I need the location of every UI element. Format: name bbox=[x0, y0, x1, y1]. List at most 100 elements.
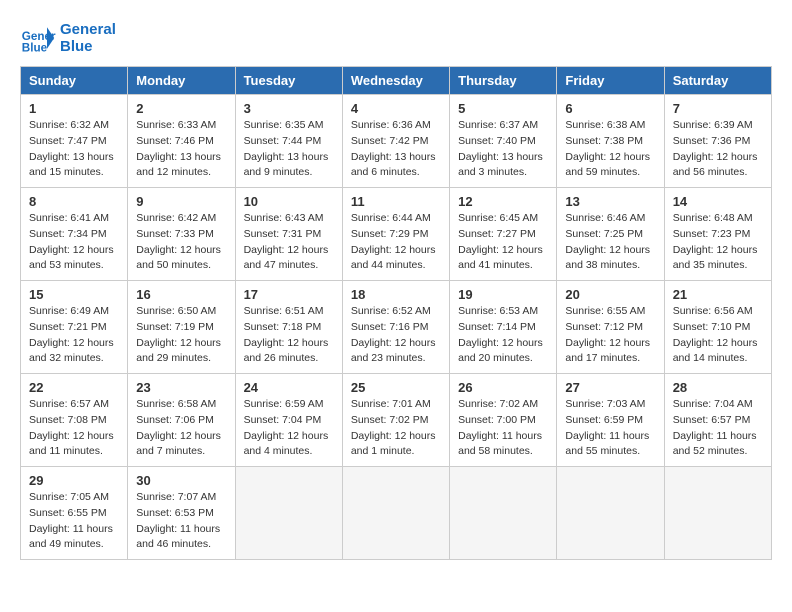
column-header-tuesday: Tuesday bbox=[235, 67, 342, 95]
day-number: 29 bbox=[29, 473, 119, 488]
daylight-text: Daylight: 11 hours and 58 minutes. bbox=[458, 430, 542, 458]
sunset-text: Sunset: 7:36 PM bbox=[673, 135, 751, 147]
calendar-cell: 9 Sunrise: 6:42 AM Sunset: 7:33 PM Dayli… bbox=[128, 188, 235, 281]
calendar-cell: 11 Sunrise: 6:44 AM Sunset: 7:29 PM Dayl… bbox=[342, 188, 449, 281]
day-info: Sunrise: 7:04 AM Sunset: 6:57 PM Dayligh… bbox=[673, 397, 763, 460]
sunrise-text: Sunrise: 6:36 AM bbox=[351, 119, 431, 131]
day-number: 10 bbox=[244, 194, 334, 209]
day-info: Sunrise: 6:56 AM Sunset: 7:10 PM Dayligh… bbox=[673, 304, 763, 367]
day-number: 21 bbox=[673, 287, 763, 302]
sunset-text: Sunset: 6:59 PM bbox=[565, 414, 643, 426]
day-number: 3 bbox=[244, 101, 334, 116]
column-header-wednesday: Wednesday bbox=[342, 67, 449, 95]
calendar-cell: 12 Sunrise: 6:45 AM Sunset: 7:27 PM Dayl… bbox=[450, 188, 557, 281]
day-info: Sunrise: 6:52 AM Sunset: 7:16 PM Dayligh… bbox=[351, 304, 441, 367]
week-row-3: 15 Sunrise: 6:49 AM Sunset: 7:21 PM Dayl… bbox=[21, 281, 772, 374]
sunrise-text: Sunrise: 7:04 AM bbox=[673, 398, 753, 410]
calendar-cell bbox=[450, 467, 557, 560]
sunrise-text: Sunrise: 6:33 AM bbox=[136, 119, 216, 131]
sunset-text: Sunset: 7:21 PM bbox=[29, 321, 107, 333]
day-number: 12 bbox=[458, 194, 548, 209]
calendar-cell: 26 Sunrise: 7:02 AM Sunset: 7:00 PM Dayl… bbox=[450, 374, 557, 467]
sunrise-text: Sunrise: 6:49 AM bbox=[29, 305, 109, 317]
daylight-text: Daylight: 11 hours and 52 minutes. bbox=[673, 430, 757, 458]
calendar-cell: 28 Sunrise: 7:04 AM Sunset: 6:57 PM Dayl… bbox=[664, 374, 771, 467]
day-number: 9 bbox=[136, 194, 226, 209]
day-info: Sunrise: 6:36 AM Sunset: 7:42 PM Dayligh… bbox=[351, 118, 441, 181]
daylight-text: Daylight: 12 hours and 44 minutes. bbox=[351, 244, 436, 272]
day-number: 8 bbox=[29, 194, 119, 209]
calendar-cell: 13 Sunrise: 6:46 AM Sunset: 7:25 PM Dayl… bbox=[557, 188, 664, 281]
sunset-text: Sunset: 7:08 PM bbox=[29, 414, 107, 426]
daylight-text: Daylight: 12 hours and 17 minutes. bbox=[565, 337, 650, 365]
calendar-cell: 2 Sunrise: 6:33 AM Sunset: 7:46 PM Dayli… bbox=[128, 95, 235, 188]
day-number: 15 bbox=[29, 287, 119, 302]
day-info: Sunrise: 6:46 AM Sunset: 7:25 PM Dayligh… bbox=[565, 211, 655, 274]
page-header: General Blue General Blue bbox=[20, 20, 772, 56]
column-header-monday: Monday bbox=[128, 67, 235, 95]
daylight-text: Daylight: 12 hours and 38 minutes. bbox=[565, 244, 650, 272]
day-info: Sunrise: 7:07 AM Sunset: 6:53 PM Dayligh… bbox=[136, 490, 226, 553]
sunset-text: Sunset: 7:04 PM bbox=[244, 414, 322, 426]
daylight-text: Daylight: 12 hours and 56 minutes. bbox=[673, 151, 758, 179]
daylight-text: Daylight: 11 hours and 46 minutes. bbox=[136, 523, 220, 551]
calendar-cell bbox=[342, 467, 449, 560]
day-number: 27 bbox=[565, 380, 655, 395]
sunrise-text: Sunrise: 6:58 AM bbox=[136, 398, 216, 410]
calendar-cell: 30 Sunrise: 7:07 AM Sunset: 6:53 PM Dayl… bbox=[128, 467, 235, 560]
day-number: 26 bbox=[458, 380, 548, 395]
sunrise-text: Sunrise: 6:57 AM bbox=[29, 398, 109, 410]
day-info: Sunrise: 6:43 AM Sunset: 7:31 PM Dayligh… bbox=[244, 211, 334, 274]
sunset-text: Sunset: 7:46 PM bbox=[136, 135, 214, 147]
calendar-cell: 22 Sunrise: 6:57 AM Sunset: 7:08 PM Dayl… bbox=[21, 374, 128, 467]
calendar-cell: 1 Sunrise: 6:32 AM Sunset: 7:47 PM Dayli… bbox=[21, 95, 128, 188]
sunset-text: Sunset: 7:40 PM bbox=[458, 135, 536, 147]
logo-icon: General Blue bbox=[20, 20, 56, 56]
daylight-text: Daylight: 13 hours and 6 minutes. bbox=[351, 151, 436, 179]
daylight-text: Daylight: 12 hours and 26 minutes. bbox=[244, 337, 329, 365]
day-info: Sunrise: 6:39 AM Sunset: 7:36 PM Dayligh… bbox=[673, 118, 763, 181]
day-info: Sunrise: 6:33 AM Sunset: 7:46 PM Dayligh… bbox=[136, 118, 226, 181]
daylight-text: Daylight: 12 hours and 41 minutes. bbox=[458, 244, 543, 272]
calendar-cell: 8 Sunrise: 6:41 AM Sunset: 7:34 PM Dayli… bbox=[21, 188, 128, 281]
daylight-text: Daylight: 12 hours and 11 minutes. bbox=[29, 430, 114, 458]
calendar-cell: 16 Sunrise: 6:50 AM Sunset: 7:19 PM Dayl… bbox=[128, 281, 235, 374]
sunset-text: Sunset: 7:16 PM bbox=[351, 321, 429, 333]
day-info: Sunrise: 6:59 AM Sunset: 7:04 PM Dayligh… bbox=[244, 397, 334, 460]
day-info: Sunrise: 6:50 AM Sunset: 7:19 PM Dayligh… bbox=[136, 304, 226, 367]
day-number: 11 bbox=[351, 194, 441, 209]
daylight-text: Daylight: 12 hours and 47 minutes. bbox=[244, 244, 329, 272]
calendar-cell: 3 Sunrise: 6:35 AM Sunset: 7:44 PM Dayli… bbox=[235, 95, 342, 188]
sunset-text: Sunset: 7:10 PM bbox=[673, 321, 751, 333]
daylight-text: Daylight: 12 hours and 1 minute. bbox=[351, 430, 436, 458]
sunrise-text: Sunrise: 6:53 AM bbox=[458, 305, 538, 317]
sunset-text: Sunset: 7:47 PM bbox=[29, 135, 107, 147]
week-row-4: 22 Sunrise: 6:57 AM Sunset: 7:08 PM Dayl… bbox=[21, 374, 772, 467]
calendar-cell: 23 Sunrise: 6:58 AM Sunset: 7:06 PM Dayl… bbox=[128, 374, 235, 467]
daylight-text: Daylight: 12 hours and 14 minutes. bbox=[673, 337, 758, 365]
sunrise-text: Sunrise: 6:46 AM bbox=[565, 212, 645, 224]
sunset-text: Sunset: 7:12 PM bbox=[565, 321, 643, 333]
calendar-cell bbox=[664, 467, 771, 560]
calendar-cell: 24 Sunrise: 6:59 AM Sunset: 7:04 PM Dayl… bbox=[235, 374, 342, 467]
logo: General Blue General Blue bbox=[20, 20, 116, 56]
sunset-text: Sunset: 7:00 PM bbox=[458, 414, 536, 426]
daylight-text: Daylight: 12 hours and 59 minutes. bbox=[565, 151, 650, 179]
calendar-cell: 6 Sunrise: 6:38 AM Sunset: 7:38 PM Dayli… bbox=[557, 95, 664, 188]
day-number: 2 bbox=[136, 101, 226, 116]
day-info: Sunrise: 7:03 AM Sunset: 6:59 PM Dayligh… bbox=[565, 397, 655, 460]
day-number: 24 bbox=[244, 380, 334, 395]
day-info: Sunrise: 6:55 AM Sunset: 7:12 PM Dayligh… bbox=[565, 304, 655, 367]
sunrise-text: Sunrise: 6:43 AM bbox=[244, 212, 324, 224]
calendar-cell: 27 Sunrise: 7:03 AM Sunset: 6:59 PM Dayl… bbox=[557, 374, 664, 467]
sunrise-text: Sunrise: 6:32 AM bbox=[29, 119, 109, 131]
calendar-cell: 19 Sunrise: 6:53 AM Sunset: 7:14 PM Dayl… bbox=[450, 281, 557, 374]
day-number: 14 bbox=[673, 194, 763, 209]
day-number: 20 bbox=[565, 287, 655, 302]
sunrise-text: Sunrise: 7:07 AM bbox=[136, 491, 216, 503]
week-row-1: 1 Sunrise: 6:32 AM Sunset: 7:47 PM Dayli… bbox=[21, 95, 772, 188]
calendar-cell bbox=[557, 467, 664, 560]
day-info: Sunrise: 6:44 AM Sunset: 7:29 PM Dayligh… bbox=[351, 211, 441, 274]
sunrise-text: Sunrise: 6:50 AM bbox=[136, 305, 216, 317]
sunrise-text: Sunrise: 6:38 AM bbox=[565, 119, 645, 131]
